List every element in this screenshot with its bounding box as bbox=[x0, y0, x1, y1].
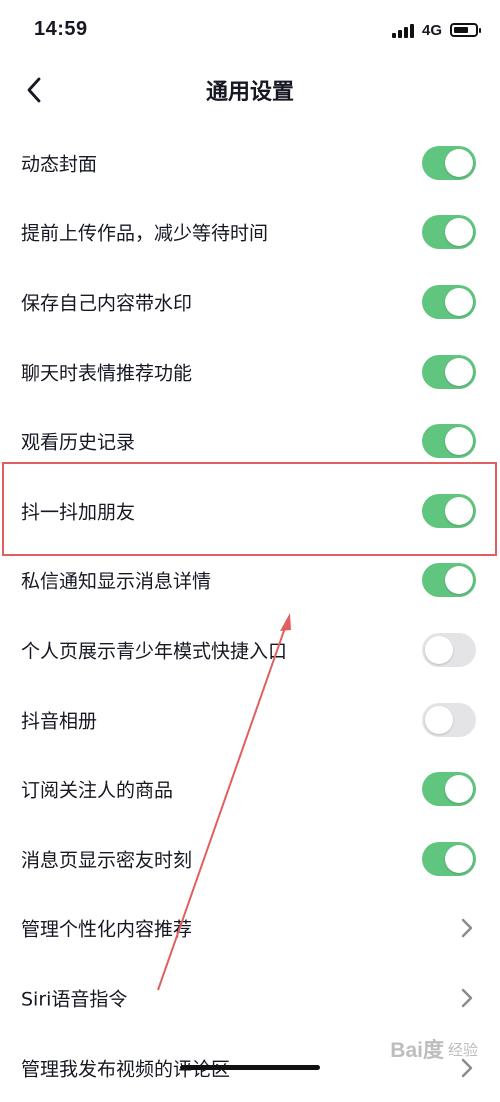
toggle-knob bbox=[445, 427, 473, 456]
toggle-knob bbox=[445, 357, 473, 386]
settings-row: 动态封面 bbox=[0, 128, 500, 198]
settings-row: 消息页显示密友时刻 bbox=[0, 824, 500, 894]
toggle-switch[interactable] bbox=[422, 354, 476, 389]
toggle-switch[interactable] bbox=[422, 145, 476, 180]
settings-row-label: Siri语音指令 bbox=[21, 988, 128, 1011]
settings-row: 订阅关注人的商品 bbox=[0, 754, 500, 824]
watermark: Bai度 经验 bbox=[390, 1034, 478, 1064]
settings-row: 观看历史记录 bbox=[0, 406, 500, 476]
settings-row: 聊天时表情推荐功能 bbox=[0, 337, 500, 407]
settings-row-label: 管理个性化内容推荐 bbox=[21, 918, 193, 941]
network-type: 4G bbox=[421, 21, 442, 39]
toggle-knob bbox=[445, 496, 473, 525]
toggle-knob bbox=[445, 287, 473, 316]
settings-row-label: 私信通知显示消息详情 bbox=[21, 570, 212, 593]
toggle-knob bbox=[425, 705, 453, 734]
battery-level bbox=[454, 27, 468, 33]
settings-row-label: 保存自己内容带水印 bbox=[21, 292, 193, 315]
settings-row[interactable]: 管理个性化内容推荐 bbox=[0, 894, 500, 964]
settings-row: 个人页展示青少年模式快捷入口 bbox=[0, 615, 500, 685]
toggle-knob bbox=[445, 844, 473, 873]
settings-row: 提前上传作品，减少等待时间 bbox=[0, 198, 500, 268]
status-icons: 4G bbox=[391, 20, 481, 40]
nav-bar: 通用设置 bbox=[0, 62, 500, 118]
settings-row: 抖音相册 bbox=[0, 685, 500, 755]
toggle-knob bbox=[445, 148, 473, 177]
settings-row: 保存自己内容带水印 bbox=[0, 267, 500, 337]
toggle-knob bbox=[425, 635, 453, 664]
battery-icon bbox=[450, 23, 481, 37]
toggle-switch[interactable] bbox=[422, 563, 476, 598]
watermark-logo: Bai度 bbox=[390, 1039, 444, 1062]
toggle-knob bbox=[445, 566, 473, 595]
status-bar: 14:59 4G bbox=[0, 0, 500, 62]
settings-row: 私信通知显示消息详情 bbox=[0, 546, 500, 616]
watermark-sub: 经验 bbox=[447, 1040, 478, 1059]
settings-row[interactable]: Siri语音指令 bbox=[0, 963, 500, 1033]
settings-row-label: 抖一抖加朋友 bbox=[21, 501, 136, 524]
toggle-knob bbox=[445, 218, 473, 247]
toggle-knob bbox=[445, 775, 473, 804]
page-title: 通用设置 bbox=[205, 80, 294, 105]
settings-row-label: 观看历史记录 bbox=[21, 431, 136, 454]
settings-list: 动态封面提前上传作品，减少等待时间 保存自己内容带水印 聊天时表情推荐功能 观看历史记… bbox=[0, 128, 500, 1102]
toggle-switch[interactable] bbox=[422, 493, 476, 528]
settings-row-label: 个人页展示青少年模式快捷入口 bbox=[21, 640, 288, 663]
status-time: 14:59 bbox=[34, 18, 88, 40]
settings-row-label: 动态封面 bbox=[21, 153, 98, 176]
toggle-switch[interactable] bbox=[422, 841, 476, 876]
toggle-switch[interactable] bbox=[422, 632, 476, 667]
settings-row: 抖一抖加朋友 bbox=[0, 476, 500, 546]
signal-icon bbox=[391, 22, 414, 38]
toggle-switch[interactable] bbox=[422, 424, 476, 459]
settings-row-label: 提前上传作品，减少等待时间 bbox=[21, 222, 269, 245]
toggle-switch[interactable] bbox=[422, 772, 476, 807]
settings-row-label: 消息页显示密友时刻 bbox=[21, 849, 193, 872]
settings-row-label: 订阅关注人的商品 bbox=[21, 779, 174, 802]
settings-row-label: 聊天时表情推荐功能 bbox=[21, 362, 193, 385]
chevron-right-icon bbox=[461, 919, 473, 938]
chevron-right-icon bbox=[461, 988, 473, 1008]
home-indicator bbox=[180, 1065, 320, 1070]
toggle-switch[interactable] bbox=[422, 215, 476, 250]
toggle-switch[interactable] bbox=[422, 702, 476, 737]
settings-row-label: 抖音相册 bbox=[21, 710, 98, 733]
toggle-switch[interactable] bbox=[422, 284, 476, 319]
